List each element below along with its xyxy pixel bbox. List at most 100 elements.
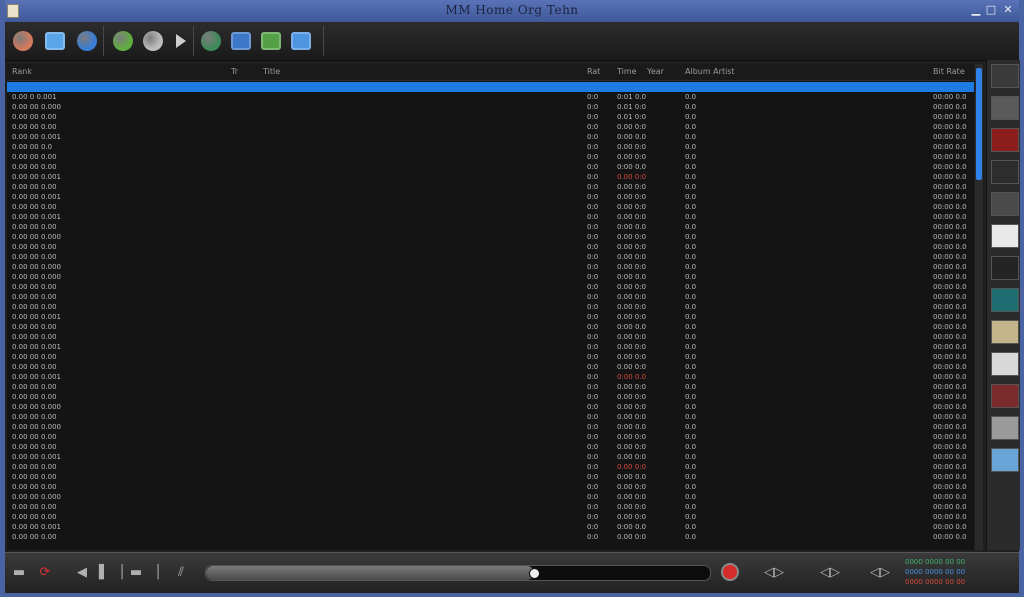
album-thumbnail[interactable] [991,256,1019,280]
header-tr[interactable]: Tr [231,67,238,76]
album-thumbnail[interactable] [991,224,1019,248]
volume-icon[interactable]: ⫽ [171,561,191,583]
network-button[interactable] [73,27,101,55]
table-row[interactable]: 0.00 00 0.001 0:0 0.00 0:0 0.0 00:00 0.0 [7,212,974,222]
vertical-scrollbar[interactable] [975,64,983,550]
header-rat[interactable]: Rat [587,67,600,76]
prev-icon[interactable]: ◀ [71,561,93,583]
table-row[interactable]: 0.00 00 0.00 0:0 0.00 0:0 0.0 00:00 0.0 [7,382,974,392]
table-row[interactable]: 0.00 00 0.00 0:0 0.00 0:0 0.0 00:00 0.0 [7,442,974,452]
table-row[interactable]: 0.00 00 0.00 0:0 0.00 0:0 0.0 00:00 0.0 [7,292,974,302]
album-thumbnail[interactable] [991,96,1019,120]
stop-icon[interactable]: ▌ [99,561,109,583]
table-row[interactable]: 0.00 00 0.00 0:0 0.00 0:0 0.0 00:00 0.0 [7,482,974,492]
table-row[interactable]: 0.00 00 0.000 0:0 0:00 0.0 0.0 00:00 0.0 [7,422,974,432]
device-button[interactable] [227,27,255,55]
tools-button[interactable] [257,27,285,55]
next-icon[interactable]: │ [151,561,165,583]
refresh-button[interactable] [109,27,137,55]
rewind-icon[interactable]: │ [115,561,129,583]
header-year[interactable]: Year [647,67,664,76]
table-row[interactable]: 0.00 00 0.00 0:0 0.00 0:0 0.0 00:00 0.0 [7,512,974,522]
table-row[interactable] [7,82,974,92]
table-row[interactable]: 0.00 00 0.00 0:0 0.00 0:0 0.0 00:00 0.0 [7,502,974,512]
table-row[interactable]: 0.00 00 0.001 0:0 0:00 0.0 0.0 00:00 0.0 [7,132,974,142]
album-thumbnail[interactable] [991,128,1019,152]
table-row[interactable]: 0.00 00 0.000 0:0 0.00 0:0 0.0 00:00 0.0 [7,232,974,242]
maximize-icon[interactable]: □ [984,3,998,17]
table-cell: 0.0 [685,153,697,161]
header-title[interactable]: Title [263,67,280,76]
table-row[interactable]: 0.00 00 0.00 0:0 0:00 0.0 0.0 00:00 0.0 [7,162,974,172]
table-row[interactable]: 0.00 00 0.00 0:0 0:00 0.0 0.0 00:00 0.0 [7,472,974,482]
avatar-button[interactable] [9,27,37,55]
table-row[interactable]: 0.00 00 0.00 0:0 0.00 0:0 0.0 00:00 0.0 [7,362,974,372]
table-row[interactable]: 0.00 00 0.001 0:0 0.00 0:0 0.0 00:00 0.0 [7,312,974,322]
close-icon[interactable]: ✕ [1001,3,1015,17]
crossfade-icon[interactable]: ◁▷ [865,561,895,583]
table-row[interactable]: 0.00 00 0.00 0:0 0.00 0:0 0.0 00:00 0.0 [7,202,974,212]
table-row[interactable]: 0.00 00 0.001 0:0 0.00 0:0 0.0 00:00 0.0 [7,192,974,202]
play-button[interactable] [167,27,195,55]
globe-button[interactable] [197,27,225,55]
table-row[interactable]: 0.00 00 0.000 0:0 0.00 0:0 0.0 00:00 0.0 [7,492,974,502]
table-row[interactable]: 0.00 00 0.00 0:0 0.00 0:0 0.0 00:00 0.0 [7,392,974,402]
calendar-button[interactable] [287,27,315,55]
album-thumbnail[interactable] [991,288,1019,312]
skip-back-icon[interactable]: ◁▷ [761,561,787,583]
record-button[interactable] [717,561,743,583]
pause-icon[interactable]: ▬ [129,561,143,583]
header-bit-rate[interactable]: Bit Rate [933,67,965,76]
album-thumbnail[interactable] [991,448,1019,472]
table-row[interactable]: 0.00 00 0.0 0:0 0.00 0:0 0.0 00:00 0.0 [7,142,974,152]
table-row[interactable]: 0.00 00 0.00 0:0 0.00 0:0 0.0 00:00 0.0 [7,252,974,262]
table-row[interactable]: 0.00 00 0.00 0:0 0.00 0:0 0.0 00:00 0.0 [7,352,974,362]
eq-icon[interactable]: ◁▷ [815,561,845,583]
table-row[interactable]: 0.00 00 0.00 0:0 0.00 0:0 0.0 00:00 0.0 [7,412,974,422]
table-row[interactable]: 0.00 00 0.00 0:0 0.00 0:0 0.0 00:00 0.0 [7,532,974,542]
album-thumbnail[interactable] [991,64,1019,88]
table-row[interactable]: 0.00 00 0.000 0:0 0.00 0:0 0.0 00:00 0.0 [7,402,974,412]
table-row[interactable]: 0.00 00 0.00 0:0 0.00 0:0 0.0 00:00 0.0 [7,122,974,132]
table-row[interactable]: 0.00 00 0.00 0:0 0.00 0:0 0.0 00:00 0.0 [7,332,974,342]
disc-button[interactable] [139,27,167,55]
album-thumbnail[interactable] [991,416,1019,440]
table-row[interactable]: 0.00 0 0.001 0:0 0:01 0.0 0.0 00:00 0.0 [7,92,974,102]
table-row[interactable]: 0.00 00 0.00 0:0 0.00 0:0 0.0 00:00 0.0 [7,182,974,192]
header-rank[interactable]: Rank [12,67,32,76]
table-row[interactable]: 0.00 00 0.00 0:0 0:00 0.0 0.0 00:00 0.0 [7,222,974,232]
table-row[interactable]: 0.00 00 0.00 0:0 0.00 0:0 0.0 00:00 0.0 [7,432,974,442]
album-thumbnail[interactable] [991,320,1019,344]
menu-icon[interactable]: ▬ [11,561,27,583]
table-row[interactable]: 0.00 00 0.00 0:0 0.00 0:0 0.0 00:00 0.0 [7,462,974,472]
table-row[interactable]: 0.00 00 0.00 0:0 0.00 0:0 0.0 00:00 0.0 [7,302,974,312]
table-row[interactable]: 0.00 00 0.000 0:0 0.01 0:0 0.0 00:00 0.0 [7,102,974,112]
table-row[interactable]: 0.00 00 0.000 0:0 0.00 0:0 0.0 00:00 0.0 [7,262,974,272]
table-row[interactable]: 0.00 00 0.00 0:0 0.01 0:0 0.0 00:00 0.0 [7,112,974,122]
album-thumbnail[interactable] [991,352,1019,376]
track-list[interactable]: Rank Tr Title Rat Time Year Album Artist… [7,64,974,550]
table-row[interactable]: 0.00 00 0.00 0:0 0.00 0:0 0.0 00:00 0.0 [7,282,974,292]
table-row[interactable]: 0.00 00 0.001 0:0 0.00 0:0 0.0 00:00 0.0 [7,452,974,462]
table-row[interactable]: 0.00 00 0.001 0:0 0.00 0:0 0.0 00:00 0.0 [7,342,974,352]
table-cell: 0.00 00 0.00 [12,433,57,441]
library-button[interactable] [41,27,69,55]
table-row[interactable]: 0.00 00 0.001 0:0 0:00 0.0 0.0 00:00 0.0 [7,522,974,532]
table-row[interactable]: 0.00 00 0.000 0:0 0:00 0.0 0.0 00:00 0.0 [7,272,974,282]
scrollbar-thumb[interactable] [976,68,982,180]
table-row[interactable]: 0.00 00 0.00 0:0 0.00 0:0 0.0 00:00 0.0 [7,242,974,252]
seek-bar[interactable] [205,565,711,581]
table-row[interactable]: 0.00 00 0.00 0:0 0:00 0.0 0.0 00:00 0.0 [7,322,974,332]
album-thumbnail[interactable] [991,192,1019,216]
album-thumbnail[interactable] [991,160,1019,184]
table-cell: 00:00 0.0 [933,443,967,451]
album-thumbnail[interactable] [991,384,1019,408]
minimize-icon[interactable]: ▁ [969,3,983,17]
table-row[interactable]: 0.00 00 0.00 0:0 0.00 0:0 0.0 00:00 0.0 [7,152,974,162]
header-time[interactable]: Time [617,67,637,76]
seek-handle[interactable] [529,568,540,579]
shuffle-icon[interactable]: ⟳ [33,561,57,583]
header-album-artist[interactable]: Album Artist [685,67,735,76]
table-row[interactable]: 0.00 00 0.001 0:0 0.00 0:0 0.0 00:00 0.0 [7,172,974,182]
table-row[interactable]: 0.00 00 0.001 0:0 0:00 0.0 0.0 00:00 0.0 [7,372,974,382]
